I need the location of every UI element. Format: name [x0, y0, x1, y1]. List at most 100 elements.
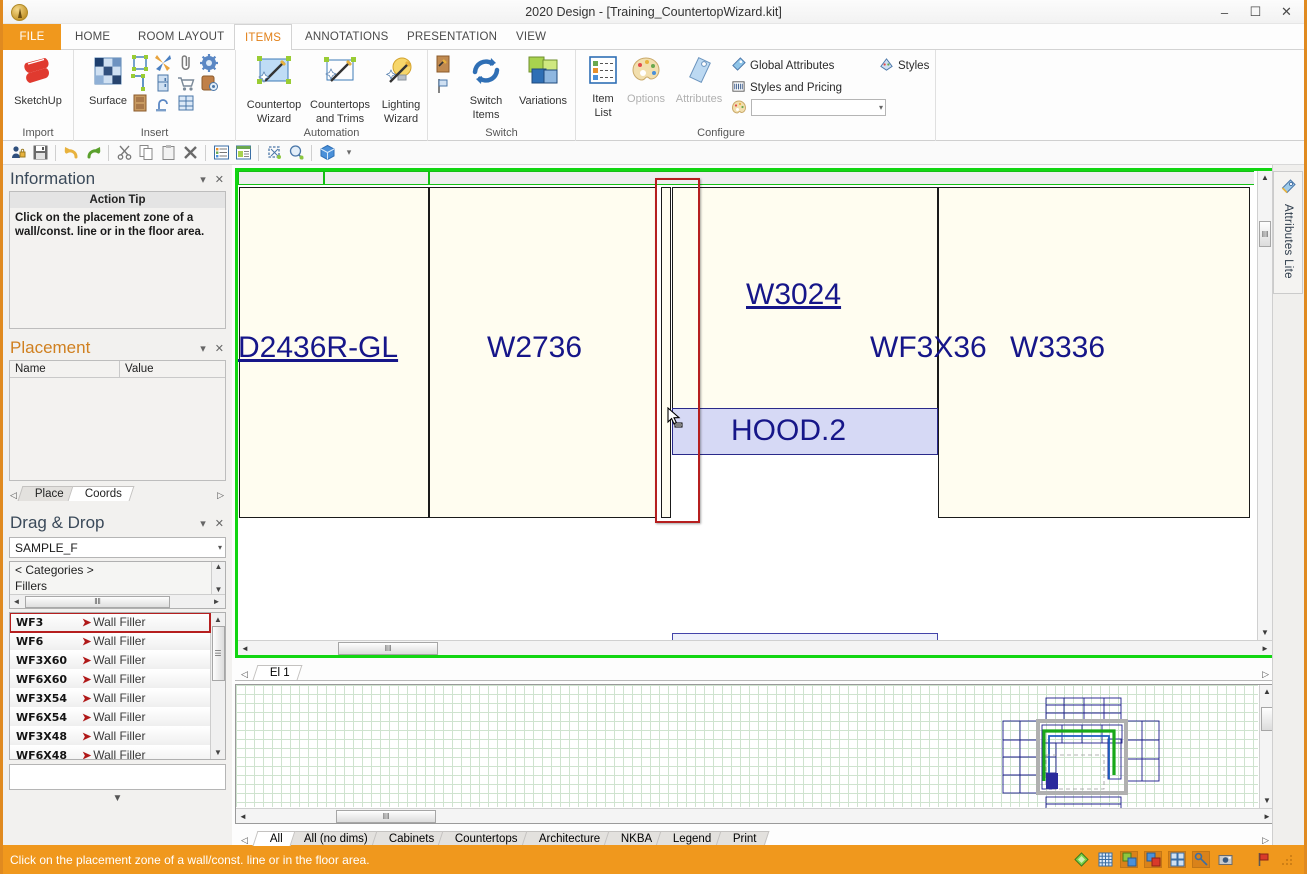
attributes-lite-tab[interactable]: Attributes Lite	[1273, 171, 1303, 294]
styles-button[interactable]: Styles	[879, 57, 929, 75]
list-item[interactable]: WF6 ➤ Wall Filler	[10, 632, 210, 651]
redo-icon[interactable]	[83, 143, 103, 163]
zoom-window-icon[interactable]	[286, 143, 306, 163]
itemlist-scroll-down-icon[interactable]: ▼	[214, 748, 222, 757]
link-icon[interactable]	[1192, 851, 1210, 868]
windmill-icon[interactable]	[153, 53, 173, 73]
list-item[interactable]: WF6X48 ➤ Wall Filler	[10, 746, 210, 759]
door-icon[interactable]	[130, 93, 150, 113]
tab-legend[interactable]: Legend	[655, 831, 725, 846]
window-grid-icon[interactable]	[176, 93, 196, 113]
category-list[interactable]: < Categories > Fillers ▲ ▼ ◄ ‖‖ ►	[9, 561, 226, 609]
minimize-button[interactable]: –	[1209, 0, 1240, 24]
canvas-scroll-right-icon[interactable]: ►	[1258, 644, 1272, 653]
close-button[interactable]: ✕	[1271, 0, 1302, 24]
cabinet-insert-icon[interactable]	[130, 53, 150, 73]
plan-scroll-left-icon[interactable]: ◄	[236, 812, 250, 821]
flag-marker-icon[interactable]	[433, 76, 453, 96]
countertop-wizard-button[interactable]: Countertop Wizard	[241, 54, 307, 125]
dragdrop-expand-icon[interactable]: ▼	[3, 790, 232, 804]
switch-items-button[interactable]: Switch Items	[460, 54, 512, 121]
list-item[interactable]: WF3X48 ➤ Wall Filler	[10, 727, 210, 746]
tab-all-no-dims[interactable]: All (no dims)	[286, 831, 381, 846]
global-attributes-button[interactable]: Global Attributes	[731, 57, 834, 75]
elevation-prev-arrow[interactable]: ◁	[238, 669, 251, 680]
paste-icon[interactable]	[158, 143, 178, 163]
tab-architecture[interactable]: Architecture	[521, 831, 613, 846]
elevation-drawing[interactable]: D2436R-GL W2736 W3024 WF3X36 W3336 HOOD.…	[238, 171, 1272, 655]
tab-cabinets[interactable]: Cabinets	[371, 831, 447, 846]
elevation-viewport[interactable]: D2436R-GL W2736 W3024 WF3X36 W3336 HOOD.…	[235, 168, 1275, 658]
list-item[interactable]: WF3 ➤ Wall Filler	[10, 613, 211, 633]
category-scroll-down-icon[interactable]: ▼	[215, 585, 223, 594]
undo-icon[interactable]	[61, 143, 81, 163]
item-list-scrollbar[interactable]: ▲ ☰ ▼	[210, 613, 225, 759]
replace-item-icon[interactable]	[433, 54, 453, 74]
catalog-combo[interactable]: SAMPLE_F ▾	[9, 537, 226, 558]
canvas-horizontal-scrollbar[interactable]: ◄ ‖‖ ►	[238, 640, 1272, 655]
chevron-down-icon[interactable]: ▾	[879, 103, 883, 112]
resize-grip-icon[interactable]	[1278, 851, 1296, 868]
tab-home[interactable]: HOME	[65, 24, 120, 50]
category-vertical-scrollbar[interactable]: ▲ ▼	[211, 562, 225, 594]
dragdrop-item-list[interactable]: WF3 ➤ Wall Filler WF6 ➤ Wall Filler WF3X…	[9, 612, 226, 760]
save-icon[interactable]	[30, 143, 50, 163]
category-scroll-up-icon[interactable]: ▲	[215, 562, 223, 571]
information-collapse-icon[interactable]: ▾	[200, 173, 206, 186]
quad-view-icon[interactable]	[1168, 851, 1186, 868]
tab-items[interactable]: ITEMS	[234, 24, 293, 51]
placement-collapse-icon[interactable]: ▾	[200, 342, 206, 355]
category-horizontal-scrollbar[interactable]: ◄ ‖‖ ►	[10, 594, 225, 608]
snap-diamond-icon[interactable]	[1072, 851, 1090, 868]
tab-presentation[interactable]: PRESENTATION	[397, 24, 507, 50]
overflow-icon[interactable]: ▾	[339, 143, 359, 163]
category-scroll-right-icon[interactable]: ►	[210, 597, 223, 606]
canvas-scroll-left-icon[interactable]: ◄	[238, 644, 252, 653]
itemlist-scroll-thumb[interactable]: ☰	[211, 626, 225, 681]
cut-icon[interactable]	[114, 143, 134, 163]
style-combo[interactable]: ▾	[751, 99, 886, 116]
plan-hscroll-thumb[interactable]: ‖‖	[336, 809, 436, 823]
list-item[interactable]: WF3X60 ➤ Wall Filler	[10, 651, 210, 670]
canvas-vscroll-thumb[interactable]: ‖‖	[1259, 221, 1271, 247]
countertops-and-trims-button[interactable]: Countertops and Trims	[306, 54, 374, 125]
placement-close-icon[interactable]: ✕	[215, 342, 224, 355]
tab-coords[interactable]: Coords	[67, 486, 135, 501]
camera-icon[interactable]	[1216, 851, 1234, 868]
dragdrop-close-icon[interactable]: ✕	[215, 517, 224, 530]
placement-zone-selection[interactable]	[655, 178, 700, 523]
tab-countertops[interactable]: Countertops	[437, 831, 531, 846]
tab-print[interactable]: Print	[715, 831, 769, 846]
cart-icon[interactable]	[176, 73, 196, 93]
list-view-icon[interactable]	[211, 143, 231, 163]
itemlist-scroll-up-icon[interactable]: ▲	[214, 615, 222, 624]
user-lock-icon[interactable]	[8, 143, 28, 163]
dragdrop-collapse-icon[interactable]: ▾	[200, 517, 206, 530]
plan-horizontal-scrollbar[interactable]: ◄ ‖‖ ►	[236, 808, 1274, 823]
styles-and-pricing-button[interactable]: Styles and Pricing	[731, 79, 842, 97]
red-shapes-icon[interactable]	[1144, 851, 1162, 868]
tab-view[interactable]: VIEW	[506, 24, 556, 50]
faucet-icon[interactable]	[153, 93, 173, 113]
delete-icon[interactable]	[180, 143, 200, 163]
flag-icon[interactable]	[1254, 851, 1272, 868]
fit-selection-icon[interactable]	[264, 143, 284, 163]
options-button[interactable]: Options	[622, 54, 670, 105]
green-shapes-icon[interactable]	[1120, 851, 1138, 868]
catalog-chevron-down-icon[interactable]: ▾	[218, 543, 222, 552]
gear-blue-icon[interactable]	[199, 53, 219, 73]
attributes-button[interactable]: Attributes	[672, 54, 726, 105]
item-list-button[interactable]: Item List	[581, 54, 625, 119]
maximize-button[interactable]: ☐	[1240, 0, 1271, 24]
tab-file[interactable]: FILE	[3, 24, 61, 50]
appliance-icon[interactable]	[153, 73, 173, 93]
variations-button[interactable]: Variations	[514, 54, 572, 107]
canvas-hscroll-thumb[interactable]: ‖‖	[338, 641, 438, 655]
tab-all[interactable]: All	[252, 831, 296, 846]
canvas-scroll-down-icon[interactable]: ▼	[1258, 626, 1272, 640]
lighting-wizard-button[interactable]: Lighting Wizard	[376, 54, 426, 125]
floorplan-preview[interactable]: ▲ ▼ ◄ ‖‖ ►	[235, 684, 1275, 824]
placement-next-arrow[interactable]: ▷	[214, 490, 232, 501]
category-hscroll-thumb[interactable]: ‖‖	[25, 595, 170, 608]
tab-annotations[interactable]: ANNOTATIONS	[295, 24, 399, 50]
